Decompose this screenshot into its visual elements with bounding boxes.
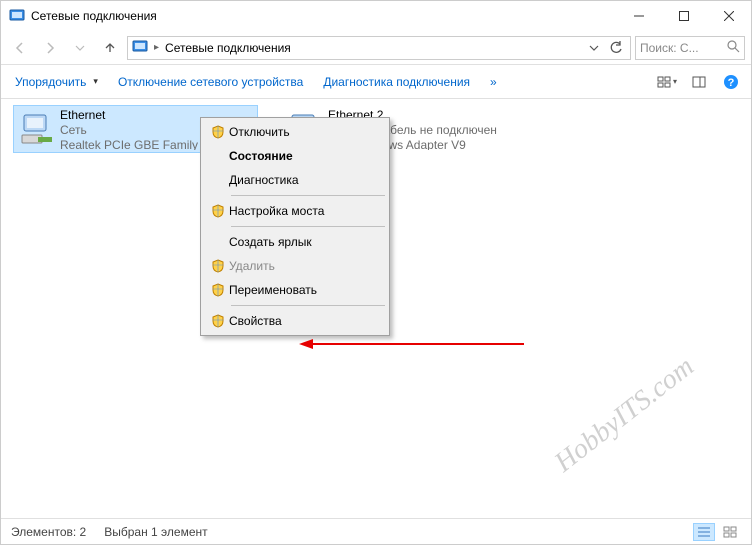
maximize-button[interactable]: [661, 1, 706, 31]
details-view-button[interactable]: [693, 523, 715, 541]
menu-bridge[interactable]: Настройка моста: [203, 199, 387, 223]
recent-dropdown[interactable]: [67, 35, 93, 61]
forward-button[interactable]: [37, 35, 63, 61]
context-menu: Отключить Состояние Диагностика Настройк…: [200, 117, 390, 336]
disable-device-button[interactable]: Отключение сетевого устройства: [112, 71, 309, 93]
menu-diagnostics[interactable]: Диагностика: [203, 168, 387, 192]
view-options-button[interactable]: [655, 70, 679, 94]
content-area[interactable]: Ethernet Сеть Realtek PCIe GBE Family Et…: [1, 99, 751, 518]
breadcrumb[interactable]: ▸ Сетевые подключения: [127, 36, 631, 60]
navbar: ▸ Сетевые подключения Поиск: С...: [1, 31, 751, 65]
disable-label: Отключение сетевого устройства: [118, 75, 303, 89]
more-label: »: [490, 75, 497, 89]
menu-separator: [231, 305, 385, 306]
organize-label: Упорядочить: [15, 75, 86, 89]
watermark: HobbyITS.com: [549, 351, 700, 479]
shield-icon: [207, 314, 229, 328]
back-button[interactable]: [7, 35, 33, 61]
chevron-right-icon: ▸: [152, 42, 161, 53]
menu-label: Создать ярлык: [229, 235, 312, 249]
svg-text:?: ?: [728, 77, 735, 89]
window-controls: [616, 1, 751, 31]
search-icon: [727, 40, 740, 56]
titlebar: Сетевые подключения: [1, 1, 751, 31]
minimize-button[interactable]: [616, 1, 661, 31]
menu-rename[interactable]: Переименовать: [203, 278, 387, 302]
menu-create-shortcut[interactable]: Создать ярлык: [203, 230, 387, 254]
menu-label: Диагностика: [229, 173, 299, 187]
diagnose-button[interactable]: Диагностика подключения: [317, 71, 476, 93]
refresh-button[interactable]: [606, 38, 626, 58]
diagnose-label: Диагностика подключения: [323, 75, 470, 89]
network-connections-icon: [132, 38, 148, 57]
menu-label: Отключить: [229, 125, 290, 139]
close-button[interactable]: [706, 1, 751, 31]
network-connections-icon: [9, 7, 25, 26]
elements-count: 2: [80, 525, 87, 539]
preview-pane-button[interactable]: [687, 70, 711, 94]
menu-label: Удалить: [229, 259, 275, 273]
adapter-name: Ethernet: [60, 108, 198, 123]
shield-icon: [207, 204, 229, 218]
more-commands-button[interactable]: »: [484, 71, 503, 93]
menu-separator: [231, 226, 385, 227]
toolbar: Упорядочить Отключение сетевого устройст…: [1, 65, 751, 99]
shield-icon: [207, 259, 229, 273]
menu-label: Состояние: [229, 149, 293, 163]
organize-menu[interactable]: Упорядочить: [9, 71, 104, 93]
window: Сетевые подключения ▸ Сетевые подключени…: [0, 0, 752, 545]
adapter-device: Realtek PCIe GBE Family: [60, 138, 198, 150]
menu-delete: Удалить: [203, 254, 387, 278]
elements-label: Элементов:: [11, 525, 76, 539]
adapter-status: Сеть: [60, 123, 198, 138]
network-adapter-icon: [16, 108, 60, 150]
large-icons-view-button[interactable]: [719, 523, 741, 541]
search-input[interactable]: Поиск: С...: [635, 36, 745, 60]
help-button[interactable]: ?: [719, 70, 743, 94]
shield-icon: [207, 283, 229, 297]
menu-status[interactable]: Состояние: [203, 144, 387, 168]
menu-label: Свойства: [229, 314, 282, 328]
menu-separator: [231, 195, 385, 196]
up-button[interactable]: [97, 35, 123, 61]
shield-icon: [207, 125, 229, 139]
breadcrumb-location[interactable]: Сетевые подключения: [165, 41, 291, 55]
status-selected: Выбран 1 элемент: [104, 525, 207, 539]
window-title: Сетевые подключения: [31, 9, 616, 23]
statusbar: Элементов: 2 Выбран 1 элемент: [1, 518, 751, 544]
annotation-arrow: [299, 336, 529, 352]
search-placeholder: Поиск: С...: [640, 41, 723, 55]
menu-properties[interactable]: Свойства: [203, 309, 387, 333]
menu-label: Настройка моста: [229, 204, 324, 218]
menu-disable[interactable]: Отключить: [203, 120, 387, 144]
menu-label: Переименовать: [229, 283, 317, 297]
breadcrumb-dropdown[interactable]: [584, 38, 604, 58]
status-elements: Элементов: 2: [11, 525, 86, 539]
